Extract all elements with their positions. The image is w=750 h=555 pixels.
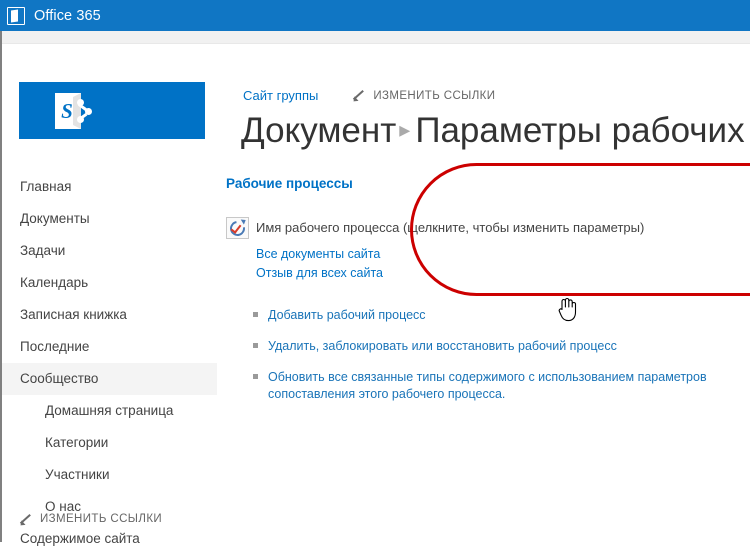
sidebar-item-community[interactable]: Сообщество xyxy=(2,363,217,395)
top-gray-strip xyxy=(0,31,750,44)
page-title: Документ ▸ Параметры рабочих xyxy=(241,106,750,155)
suite-brand-label: Office 365 xyxy=(34,7,101,24)
page-title-separator: ▸ xyxy=(399,117,411,142)
workflow-check-icon xyxy=(226,217,249,239)
section-heading-workflows: Рабочие процессы xyxy=(226,176,353,191)
breadcrumb-site-link[interactable]: Сайт группы xyxy=(243,88,318,103)
office-logo-fold xyxy=(11,9,18,22)
pencil-icon xyxy=(351,89,365,104)
sharepoint-logo-tile[interactable]: S xyxy=(19,82,205,139)
page-body: S Главная Документы Задачи Календарь Зап… xyxy=(2,44,750,546)
sidebar-item-recent[interactable]: Последние xyxy=(2,331,217,363)
sidebar-item-home[interactable]: Главная xyxy=(2,171,217,203)
sidebar-item-categories[interactable]: Категории xyxy=(2,427,217,459)
workflow-entry: Имя рабочего процесса (щелкните, чтобы и… xyxy=(226,217,644,239)
main-content: Сайт группы ИЗМЕНИТЬ ССЫЛКИ Документ ▸ Пар… xyxy=(217,44,750,542)
office-logo-icon[interactable] xyxy=(7,6,25,25)
sidebar-edit-links-button[interactable]: ИЗМЕНИТЬ ССЫЛКИ xyxy=(18,512,163,528)
breadcrumb-edit-links-label: ИЗМЕНИТЬ ССЫЛКИ xyxy=(373,89,496,102)
workflow-actions-list: Добавить рабочий процесс Удалить, заблок… xyxy=(253,307,723,417)
sidebar-item-documents[interactable]: Документы xyxy=(2,203,217,235)
pencil-icon xyxy=(18,512,32,528)
sharepoint-share-glyph xyxy=(77,99,92,123)
workflow-links: Все документы сайта Отзыв для всех сайта xyxy=(256,245,383,283)
sharepoint-logo-letter: S xyxy=(61,99,73,123)
sidebar-item-site-contents[interactable]: Содержимое сайта xyxy=(2,523,217,555)
action-update-content-types[interactable]: Обновить все связанные типы содержимого … xyxy=(253,369,723,403)
action-add-workflow[interactable]: Добавить рабочий процесс xyxy=(253,307,723,324)
share-node-bottom xyxy=(77,116,84,123)
sidebar-item-tasks[interactable]: Задачи xyxy=(2,235,217,267)
sidebar-nav-list: Главная Документы Задачи Календарь Запис… xyxy=(2,171,217,555)
sidebar-item-home-page[interactable]: Домашняя страница xyxy=(2,395,217,427)
workflow-link-feedback[interactable]: Отзыв для всех сайта xyxy=(256,264,383,283)
sidebar-item-notebook[interactable]: Записная книжка xyxy=(2,299,217,331)
workflow-link-all-documents[interactable]: Все документы сайта xyxy=(256,245,383,264)
sidebar-edit-links-label: ИЗМЕНИТЬ ССЫЛКИ xyxy=(40,513,163,525)
breadcrumb-edit-links-button[interactable]: ИЗМЕНИТЬ ССЫЛКИ xyxy=(351,89,496,104)
share-node-right xyxy=(85,107,92,115)
sidebar-item-calendar[interactable]: Календарь xyxy=(2,267,217,299)
page-title-current: Параметры рабочих xyxy=(415,111,745,150)
left-navigation: S Главная Документы Задачи Календарь Зап… xyxy=(2,44,217,546)
action-remove-workflow[interactable]: Удалить, заблокировать или восстановить … xyxy=(253,338,723,355)
suite-header-bar: Office 365 xyxy=(0,0,750,31)
sharepoint-logo-icon: S xyxy=(55,93,92,129)
page-title-parent[interactable]: Документ xyxy=(241,111,396,150)
sidebar-item-members[interactable]: Участники xyxy=(2,459,217,491)
share-node-top xyxy=(77,99,84,106)
breadcrumb: Сайт группы ИЗМЕНИТЬ ССЫЛКИ xyxy=(243,88,496,104)
workflow-column-label: Имя рабочего процесса (щелкните, чтобы и… xyxy=(256,220,645,235)
